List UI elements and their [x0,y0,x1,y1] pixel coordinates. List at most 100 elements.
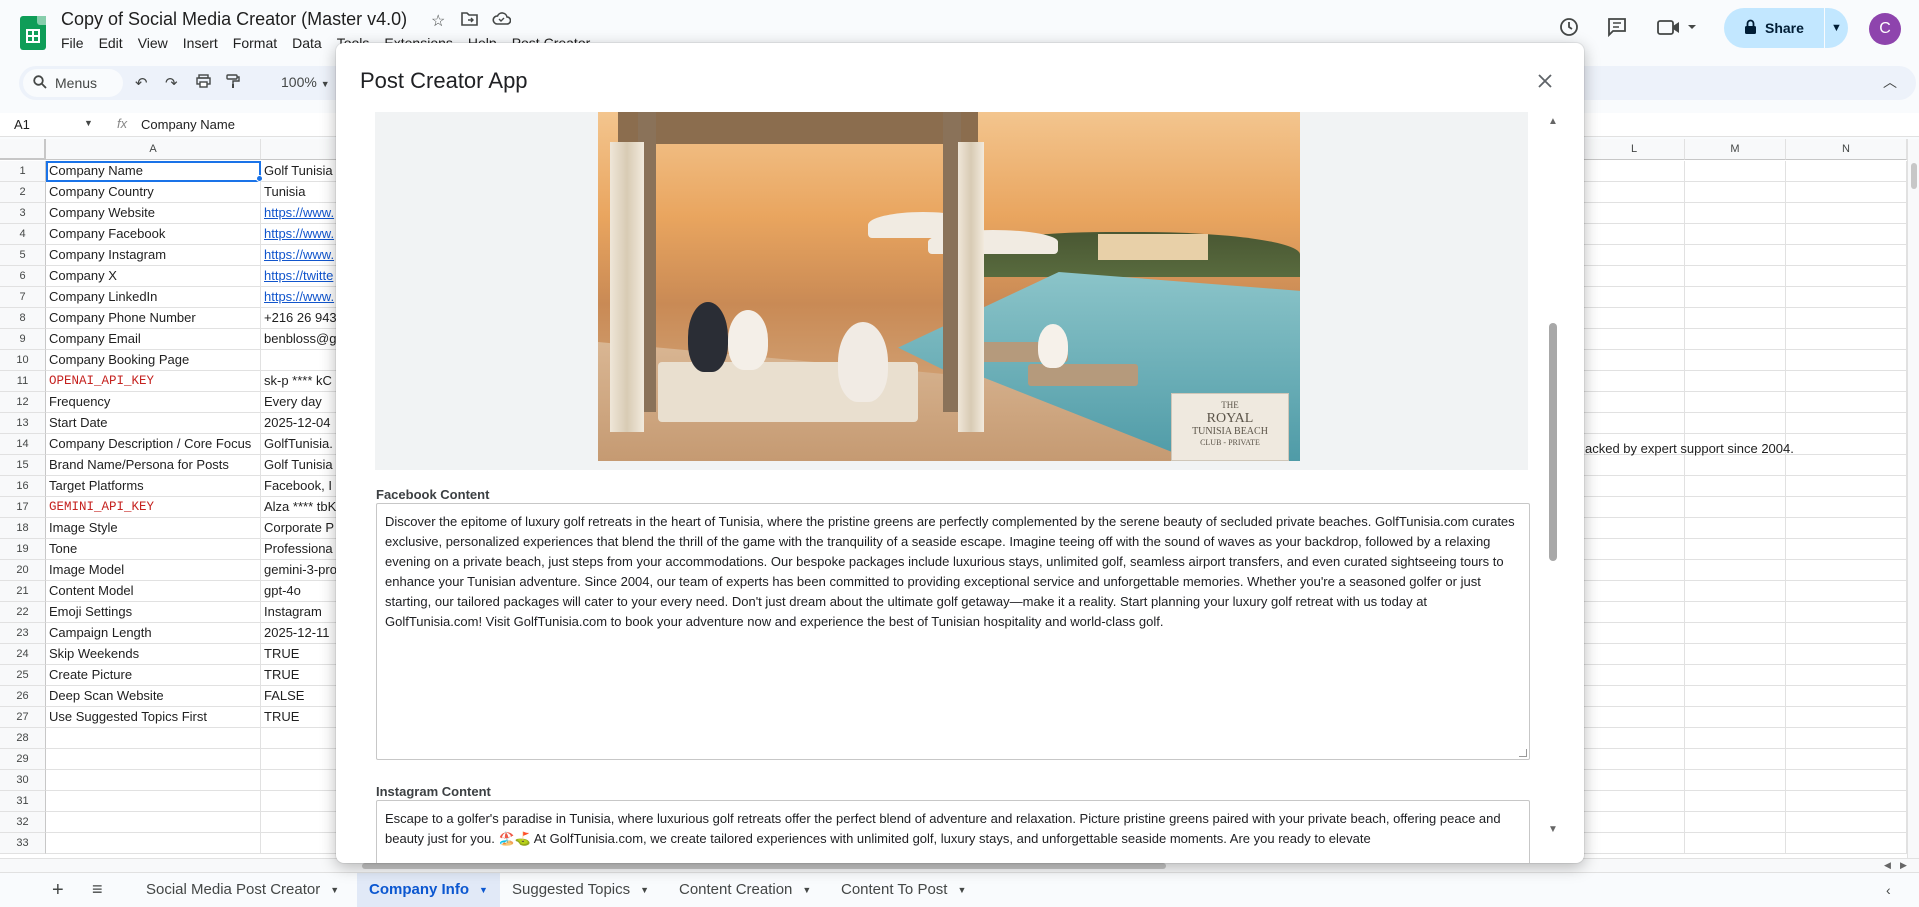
menu-format[interactable]: Format [233,35,284,51]
cell-a[interactable]: Image Model [46,560,261,581]
cell[interactable] [1584,833,1685,854]
cell-a[interactable]: Company X [46,266,261,287]
cell-b[interactable] [261,350,341,371]
formula-input[interactable]: Company Name [141,117,235,132]
cell-b[interactable]: https://www. [261,224,341,245]
scroll-thumb[interactable] [362,863,1166,869]
cell[interactable] [1786,602,1907,623]
cell[interactable] [1584,749,1685,770]
cell[interactable] [1786,812,1907,833]
cell-a[interactable]: Company Booking Page [46,350,261,371]
row-header[interactable]: 9 [0,329,46,350]
cell-a[interactable]: Target Platforms [46,476,261,497]
tab-company-info[interactable]: Company Info ▼ [357,873,500,907]
comments-icon[interactable] [1603,16,1631,44]
cell[interactable] [1786,350,1907,371]
cell-b[interactable]: TRUE [261,665,341,686]
cell-a[interactable]: Company Email [46,329,261,350]
cell[interactable] [1584,728,1685,749]
cell-b[interactable]: benbloss@g [261,329,341,350]
row-header[interactable]: 17 [0,497,46,518]
cell[interactable] [1685,329,1786,350]
scroll-thumb[interactable] [1911,163,1917,189]
cell-a[interactable]: OPENAI_API_KEY [46,371,261,392]
fill-handle[interactable] [256,175,263,182]
vertical-scrollbar[interactable] [1907,139,1919,858]
cell-b[interactable] [261,749,341,770]
cell[interactable] [1584,161,1685,182]
cell[interactable] [1786,434,1907,455]
cell[interactable] [1584,623,1685,644]
cell-a[interactable] [46,812,261,833]
cell[interactable] [1584,770,1685,791]
resize-handle-icon[interactable] [1519,749,1527,757]
cell-b[interactable]: https://www. [261,203,341,224]
cell[interactable] [1786,644,1907,665]
share-dropdown-icon[interactable]: ▼ [1825,22,1848,34]
cell-a[interactable]: Start Date [46,413,261,434]
cell[interactable] [1786,203,1907,224]
cell[interactable] [1685,203,1786,224]
scroll-thumb[interactable] [1549,323,1557,561]
cell[interactable] [1584,224,1685,245]
cell-b[interactable] [261,812,341,833]
version-history-icon[interactable] [1555,16,1583,44]
cell[interactable] [1786,707,1907,728]
cell[interactable] [1685,707,1786,728]
cell[interactable] [1584,287,1685,308]
menu-file[interactable]: File [61,35,91,51]
cell-b[interactable]: FALSE [261,686,341,707]
cell-a[interactable] [46,791,261,812]
column-header-l[interactable]: L [1584,139,1685,160]
cell[interactable] [1584,812,1685,833]
chevron-down-icon[interactable]: ▼ [640,873,649,907]
row-header[interactable]: 14 [0,434,46,455]
cell[interactable] [1584,686,1685,707]
column-header-a[interactable]: A [46,139,261,160]
cell[interactable] [1786,623,1907,644]
collapse-sidebar-icon[interactable]: ‹ [1886,882,1891,898]
paint-format-icon[interactable] [226,74,240,93]
tab-content-creation[interactable]: Content Creation ▼ [667,873,823,907]
cell-b[interactable]: Golf Tunisia [261,455,341,476]
cell[interactable] [1685,770,1786,791]
cell-b[interactable]: Facebook, I [261,476,341,497]
cell-a[interactable]: Company Phone Number [46,308,261,329]
row-header[interactable]: 30 [0,770,46,791]
star-icon[interactable]: ☆ [431,11,445,31]
row-header[interactable]: 25 [0,665,46,686]
cell[interactable] [1786,833,1907,854]
cell-a[interactable]: Company Description / Core Focus [46,434,261,455]
row-header[interactable]: 11 [0,371,46,392]
cell[interactable] [1685,686,1786,707]
cell[interactable] [1685,266,1786,287]
cell[interactable] [1584,497,1685,518]
chevron-down-icon[interactable]: ▼ [84,118,93,128]
cell[interactable] [1786,182,1907,203]
menu-insert[interactable]: Insert [183,35,225,51]
chevron-down-icon[interactable]: ▼ [802,873,811,907]
avatar[interactable]: C [1869,13,1901,45]
cell-a[interactable] [46,770,261,791]
cell[interactable] [1685,728,1786,749]
cell[interactable] [1685,413,1786,434]
cell-a[interactable]: Content Model [46,581,261,602]
cell-a[interactable]: Emoji Settings [46,602,261,623]
cell[interactable] [1584,308,1685,329]
collapse-toolbar-icon[interactable]: ︿ [1883,72,1897,92]
cell-a[interactable]: Campaign Length [46,623,261,644]
cell[interactable] [1685,791,1786,812]
cell[interactable] [1584,560,1685,581]
cell[interactable] [1685,371,1786,392]
row-header[interactable]: 16 [0,476,46,497]
cell-a[interactable]: Tone [46,539,261,560]
cell[interactable] [1584,350,1685,371]
cell[interactable] [1685,602,1786,623]
cell[interactable] [1786,728,1907,749]
cell-a[interactable]: Frequency [46,392,261,413]
cell[interactable] [1685,665,1786,686]
scroll-up-icon[interactable]: ▲ [1548,116,1558,127]
scroll-right-icon[interactable]: ▶ [1900,860,1907,871]
cell-b[interactable]: Golf Tunisia [261,161,341,182]
cell[interactable] [1584,266,1685,287]
